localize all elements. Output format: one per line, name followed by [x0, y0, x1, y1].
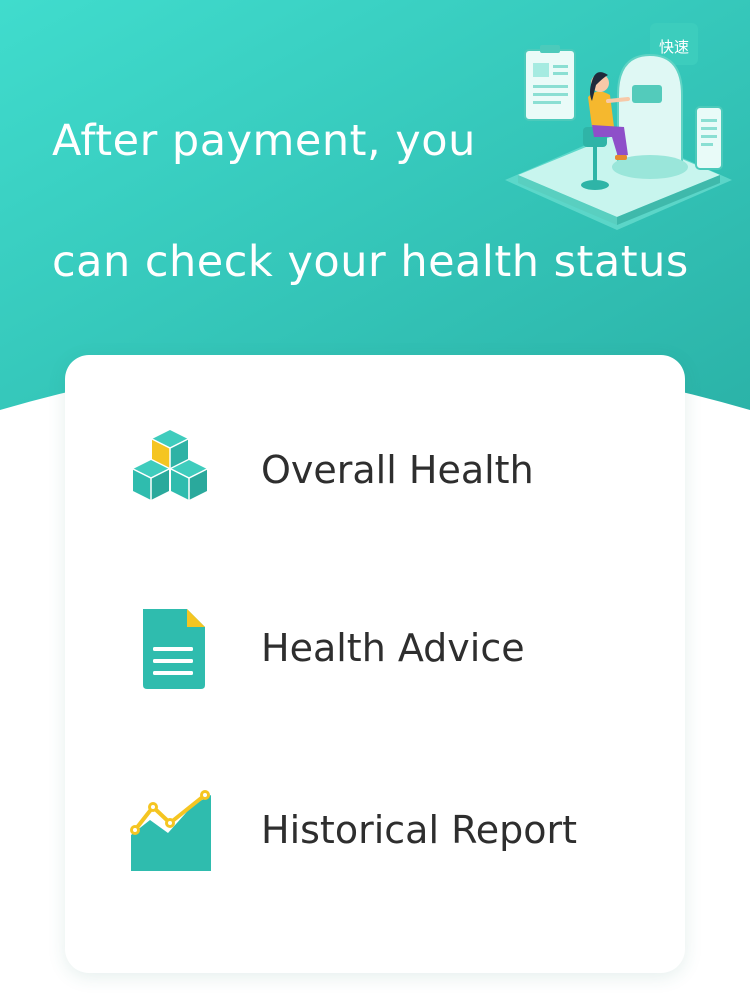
badge-text: 快速 — [659, 38, 689, 56]
consultation-illustration: 快速 — [505, 23, 732, 230]
feature-overall-health[interactable]: Overall Health — [65, 420, 685, 520]
feature-health-advice[interactable]: Health Advice — [65, 598, 685, 698]
feature-label: Health Advice — [261, 626, 525, 670]
cubes-icon — [132, 430, 208, 500]
feature-label: Overall Health — [261, 448, 534, 492]
feature-historical-report[interactable]: Historical Report — [65, 780, 685, 880]
feature-label: Historical Report — [261, 808, 578, 852]
phone-icon — [695, 106, 723, 170]
features-card: Overall Health Health Advice Historical … — [65, 355, 685, 973]
document-icon — [143, 609, 205, 689]
trend-chart-icon — [130, 790, 211, 871]
headline-line-1: After payment, you — [52, 116, 476, 166]
clipboard-icon — [524, 45, 576, 121]
headline-line-2: can check your health status — [52, 237, 689, 287]
